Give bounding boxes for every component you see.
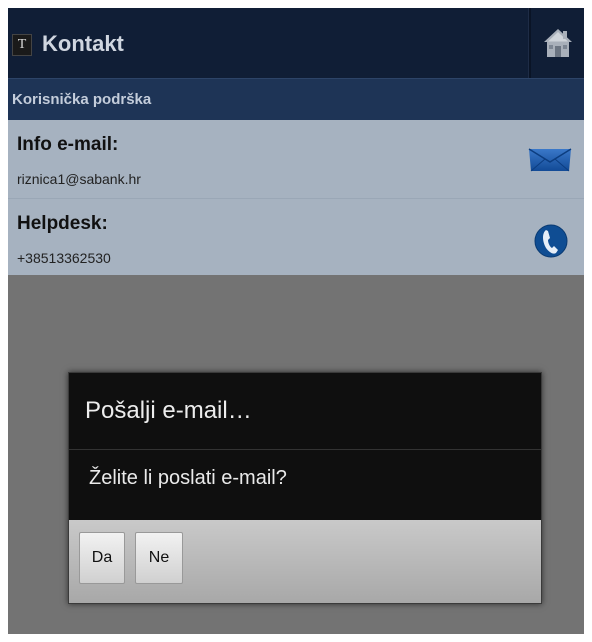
screen: T Kontakt Korisnička podrška Info e-mail… <box>8 8 584 634</box>
phone-icon[interactable] <box>528 219 572 259</box>
dialog-title: Pošalji e-mail… <box>85 397 252 424</box>
section-header-label: Korisnička podrška <box>12 91 152 108</box>
send-email-dialog: Pošalji e-mail… Želite li poslati e-mail… <box>68 372 542 604</box>
cancel-button[interactable]: Ne <box>135 532 183 584</box>
app-logo-icon: T <box>12 34 32 56</box>
home-button[interactable] <box>532 8 584 78</box>
contact-value: +38513362530 <box>17 250 111 266</box>
envelope-icon[interactable] <box>528 140 572 178</box>
contact-value: riznica1@sabank.hr <box>17 171 141 187</box>
contact-label: Helpdesk: <box>17 213 108 234</box>
contact-row-helpdesk[interactable]: Helpdesk: +38513362530 <box>8 199 584 275</box>
contact-row-email[interactable]: Info e-mail: riznica1@sabank.hr <box>8 120 584 199</box>
home-icon <box>544 29 572 57</box>
page-title: Kontakt <box>42 31 124 56</box>
action-bar-divider <box>528 8 531 78</box>
section-header: Korisnička podrška <box>8 78 584 121</box>
confirm-button[interactable]: Da <box>79 532 125 584</box>
action-bar: T Kontakt <box>8 8 584 78</box>
dialog-divider <box>69 449 541 450</box>
dialog-message: Želite li poslati e-mail? <box>89 467 287 489</box>
dialog-button-bar: Da Ne <box>69 520 541 603</box>
contact-label: Info e-mail: <box>17 134 119 155</box>
